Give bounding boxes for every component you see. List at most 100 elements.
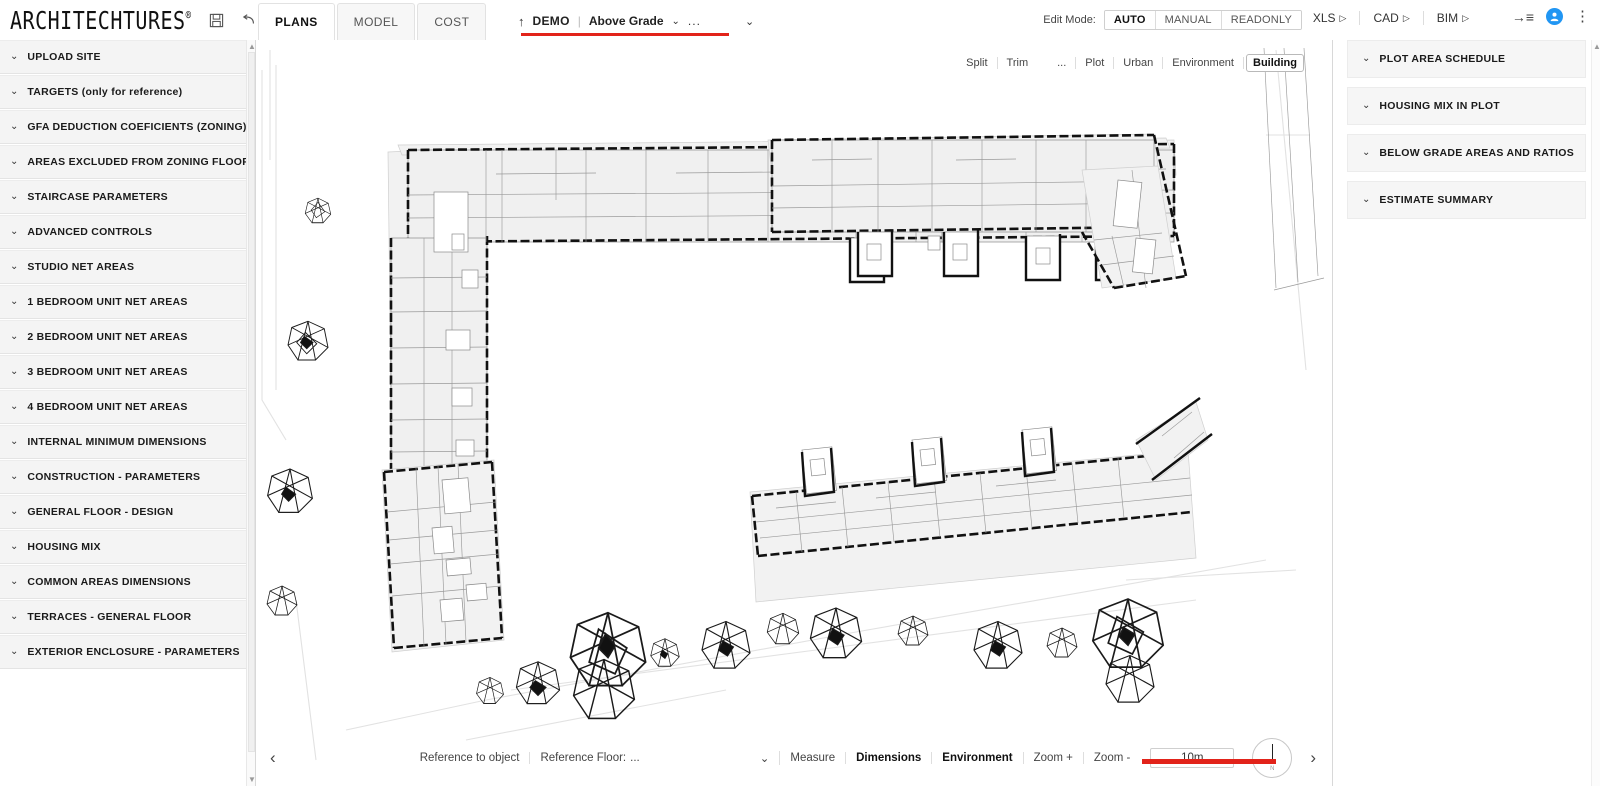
collapse-panel-icon[interactable]: →≡ bbox=[1512, 9, 1534, 25]
sidebar-item-upload-site[interactable]: ⌄ UPLOAD SITE bbox=[0, 40, 247, 74]
export-cad-label: CAD bbox=[1373, 11, 1399, 25]
project-underline-accent bbox=[521, 33, 729, 36]
chevron-down-icon: ⌄ bbox=[10, 225, 19, 237]
scroll-up-icon[interactable]: ▲ bbox=[1593, 42, 1600, 51]
north-compass-icon[interactable]: N bbox=[1252, 738, 1293, 778]
scale-value-field[interactable]: 10m bbox=[1150, 748, 1235, 768]
avatar[interactable] bbox=[1546, 8, 1563, 25]
tab-plans[interactable]: PLANS bbox=[258, 3, 335, 40]
chevron-down-icon: ⌄ bbox=[10, 610, 19, 622]
project-selector[interactable]: ↑ DEMO | Above Grade ⌄ ... ⌄ bbox=[518, 10, 754, 32]
tab-model[interactable]: MODEL bbox=[336, 3, 416, 40]
right-panel-item-below-grade-areas-and-ratios[interactable]: ⌄ BELOW GRADE AREAS AND RATIOS bbox=[1347, 134, 1586, 172]
sidebar-item-advanced-controls[interactable]: ⌄ ADVANCED CONTROLS bbox=[0, 215, 247, 249]
chevron-down-icon: ⌄ bbox=[10, 155, 19, 167]
project-divider: | bbox=[577, 14, 581, 28]
main-tabs: PLANS MODEL COST bbox=[258, 3, 488, 40]
sidebar-scroll-thumb[interactable] bbox=[248, 52, 255, 752]
sidebar-item-staircase-parameters[interactable]: ⌄ STAIRCASE PARAMETERS bbox=[0, 180, 247, 214]
dimensions-button[interactable]: Dimensions bbox=[846, 752, 933, 764]
right-panel-scrollbar[interactable]: ▲ bbox=[1591, 40, 1600, 786]
sidebar-item-general-floor-design[interactable]: ⌄ GENERAL FLOOR - DESIGN bbox=[0, 495, 247, 529]
chevron-down-icon: ⌄ bbox=[10, 330, 19, 342]
next-page-arrow[interactable]: › bbox=[1300, 748, 1326, 768]
chevron-down-icon: ⌄ bbox=[10, 645, 19, 657]
chevron-down-icon: ⌄ bbox=[10, 295, 19, 307]
chevron-down-icon[interactable]: ⌄ bbox=[672, 16, 680, 27]
scroll-up-icon[interactable]: ▲ bbox=[248, 42, 255, 51]
sidebar-item-housing-mix[interactable]: ⌄ HOUSING MIX bbox=[0, 530, 247, 564]
app-logo: ARCHITECHTURES® bbox=[0, 5, 192, 35]
plan-canvas[interactable]: .slab{fill:#f2f2f2;stroke:#cfcfcf;stroke… bbox=[256, 40, 1332, 786]
tab-cost[interactable]: COST bbox=[417, 3, 487, 40]
sidebar-item-2-bedroom-unit-net-areas[interactable]: ⌄ 2 BEDROOM UNIT NET AREAS bbox=[0, 320, 247, 354]
sidebar-item-common-areas-dimensions[interactable]: ⌄ COMMON AREAS DIMENSIONS bbox=[0, 565, 247, 599]
sidebar-item-gfa-deduction-coeficients-zoning[interactable]: ⌄ GFA DEDUCTION COEFICIENTS (ZONING) bbox=[0, 110, 247, 144]
scroll-down-icon[interactable]: ▼ bbox=[248, 775, 255, 784]
tool-urban[interactable]: Urban bbox=[1114, 57, 1164, 69]
undo-icon[interactable] bbox=[240, 11, 258, 29]
sidebar-item-areas-excluded-from-zoning-floor-area[interactable]: ⌄ AREAS EXCLUDED FROM ZONING FLOOR AREA bbox=[0, 145, 255, 179]
edit-mode-auto-button[interactable]: AUTO bbox=[1104, 11, 1156, 29]
sidebar-item-1-bedroom-unit-net-areas[interactable]: ⌄ 1 BEDROOM UNIT NET AREAS bbox=[0, 285, 247, 319]
sidebar-item-terraces-general-floor[interactable]: ⌄ TERRACES - GENERAL FLOOR bbox=[0, 600, 247, 634]
export-bim-button[interactable]: BIM ▷ bbox=[1424, 11, 1482, 25]
play-triangle-icon: ▷ bbox=[1402, 12, 1410, 23]
building-block-south bbox=[749, 397, 1213, 603]
chevron-down-icon: ⌄ bbox=[10, 120, 19, 132]
prev-page-arrow[interactable]: ‹ bbox=[260, 748, 286, 768]
sidebar-item-label: AREAS EXCLUDED FROM ZONING FLOOR AREA bbox=[27, 155, 255, 168]
project-ellipsis[interactable]: ... bbox=[688, 14, 701, 28]
chevron-down-icon: ⌄ bbox=[10, 435, 19, 447]
measure-button[interactable]: Measure bbox=[780, 752, 847, 764]
sidebar-item-4-bedroom-unit-net-areas[interactable]: ⌄ 4 BEDROOM UNIT NET AREAS bbox=[0, 390, 247, 424]
tool-building[interactable]: Building bbox=[1246, 54, 1304, 72]
reference-to-object-button[interactable]: Reference to object bbox=[410, 752, 531, 764]
tool-ellipsis[interactable]: ... bbox=[1048, 57, 1077, 69]
edit-mode-readonly-button[interactable]: READONLY bbox=[1221, 11, 1301, 29]
canvas-view-tools: Split Trim ... Plot Urban Environment Bu… bbox=[957, 54, 1304, 72]
play-triangle-icon: ▷ bbox=[1339, 12, 1347, 23]
export-group: XLS ▷ CAD ▷ BIM ▷ bbox=[1300, 11, 1482, 25]
sidebar-item-label: COMMON AREAS DIMENSIONS bbox=[27, 575, 191, 588]
zoom-in-button[interactable]: Zoom + bbox=[1024, 752, 1084, 764]
right-panel-item-housing-mix-in-plot[interactable]: ⌄ HOUSING MIX IN PLOT bbox=[1347, 87, 1586, 125]
sidebar-list: ⌄ UPLOAD SITE ⌄ TARGETS (only for reference… bbox=[0, 40, 255, 669]
sidebar-item-internal-minimum-dimensions[interactable]: ⌄ INTERNAL MINIMUM DIMENSIONS bbox=[0, 425, 247, 459]
edit-mode-label: Edit Mode: bbox=[1043, 14, 1096, 26]
chevron-down-icon: ⌄ bbox=[1362, 100, 1371, 111]
sidebar-item-studio-net-areas[interactable]: ⌄ STUDIO NET AREAS bbox=[0, 250, 247, 284]
kebab-menu-icon[interactable]: ⋮ bbox=[1575, 9, 1590, 24]
tool-split[interactable]: Split bbox=[957, 57, 998, 69]
chevron-down-icon: ⌄ bbox=[10, 190, 19, 202]
reference-floor-chevron-down-icon[interactable]: ⌄ bbox=[650, 751, 781, 765]
grade-selector-label[interactable]: Above Grade bbox=[589, 14, 664, 28]
edit-mode-manual-button[interactable]: MANUAL bbox=[1155, 11, 1222, 29]
export-cad-button[interactable]: CAD ▷ bbox=[1360, 11, 1424, 25]
right-panel-item-label: PLOT AREA SCHEDULE bbox=[1379, 53, 1506, 65]
environment-button[interactable]: Environment bbox=[932, 752, 1024, 764]
export-xls-button[interactable]: XLS ▷ bbox=[1300, 11, 1361, 25]
sidebar-item-construction-parameters[interactable]: ⌄ CONSTRUCTION - PARAMETERS bbox=[0, 460, 247, 494]
right-panel-item-estimate-summary[interactable]: ⌄ ESTIMATE SUMMARY bbox=[1347, 181, 1586, 219]
tab-plans-label: PLANS bbox=[275, 15, 318, 29]
project-chevron-down-icon[interactable]: ⌄ bbox=[745, 15, 754, 28]
upload-arrow-icon[interactable]: ↑ bbox=[518, 14, 525, 29]
sidebar-item-exterior-enclosure-parameters[interactable]: ⌄ EXTERIOR ENCLOSURE - PARAMETERS bbox=[0, 635, 247, 669]
right-panel-item-plot-area-schedule[interactable]: ⌄ PLOT AREA SCHEDULE bbox=[1347, 40, 1586, 78]
tab-cost-label: COST bbox=[434, 15, 470, 29]
sidebar-scrollbar[interactable]: ▲ ▼ bbox=[246, 40, 255, 786]
left-sidebar: ⌄ UPLOAD SITE ⌄ TARGETS (only for reference… bbox=[0, 40, 256, 786]
sidebar-item-targets-only-for-reference[interactable]: ⌄ TARGETS (only for reference) bbox=[0, 75, 247, 109]
tool-trim[interactable]: Trim bbox=[998, 57, 1049, 69]
tool-plot[interactable]: Plot bbox=[1076, 57, 1115, 69]
reference-floor-value[interactable]: ... bbox=[630, 752, 650, 764]
zoom-out-button[interactable]: Zoom - bbox=[1084, 752, 1140, 764]
save-icon[interactable] bbox=[208, 11, 226, 29]
chevron-down-icon: ⌄ bbox=[10, 575, 19, 587]
sidebar-item-3-bedroom-unit-net-areas[interactable]: ⌄ 3 BEDROOM UNIT NET AREAS bbox=[0, 355, 247, 389]
right-panel-item-label: BELOW GRADE AREAS AND RATIOS bbox=[1379, 147, 1575, 159]
play-triangle-icon: ▷ bbox=[1462, 12, 1469, 23]
sidebar-item-label: INTERNAL MINIMUM DIMENSIONS bbox=[27, 435, 207, 448]
tool-environment[interactable]: Environment bbox=[1163, 57, 1244, 69]
